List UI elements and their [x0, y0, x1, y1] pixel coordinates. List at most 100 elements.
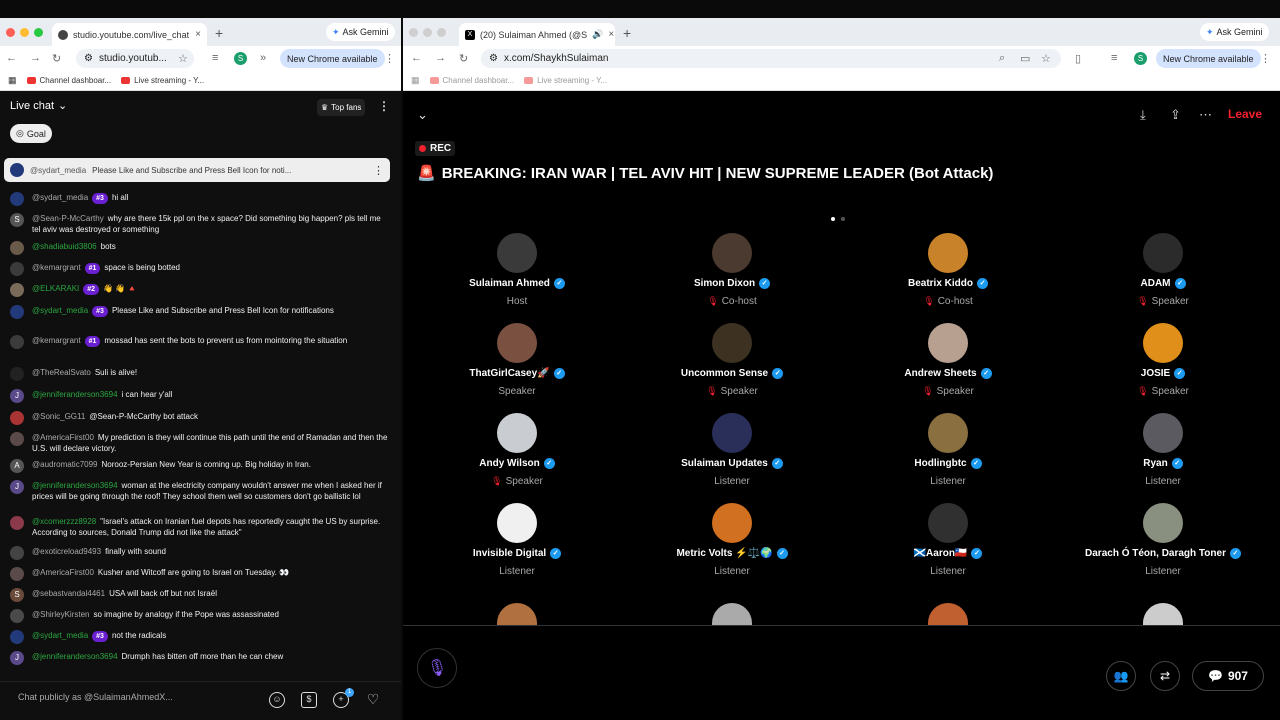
chat-message[interactable]: @sydart_media #3 hi all — [10, 192, 388, 206]
forward-icon[interactable]: → — [30, 52, 41, 64]
live-chat-dropdown[interactable]: Live chat ⌄ — [10, 99, 67, 113]
url-field[interactable]: ⚙ studio.youtub... — [76, 49, 194, 68]
sidebar-icon[interactable]: ▯ — [1075, 52, 1081, 65]
chat-message[interactable]: S @sebastvandal4461 USA will back off but … — [10, 588, 388, 602]
more-options-icon[interactable]: ⋮ — [373, 164, 384, 177]
participant[interactable]: Invisible Digital ✓ Listener — [409, 503, 625, 577]
chat-message[interactable]: @ELKARAKI #2 👋 👋 🔺 — [10, 283, 388, 297]
participant[interactable]: Simon Dixon ✓ 🎙 Co-host — [624, 233, 840, 307]
message-author[interactable]: @sebastvandal4461 — [32, 589, 105, 598]
message-author[interactable]: @kemargrant — [32, 263, 81, 272]
ask-gemini-button[interactable]: ✦ Ask Gemini — [1200, 23, 1269, 41]
menu-icon[interactable]: ⋮ — [384, 52, 395, 65]
chat-message[interactable]: @Sonic_GG11 @Sean-P-McCarthy bot attack — [10, 411, 388, 425]
participant[interactable]: Metric Volts ⚡⚖️🌍 ✓ Listener — [624, 503, 840, 577]
chevron-down-icon[interactable]: ⌄ — [417, 107, 428, 123]
zoom-icon[interactable]: ⌕ — [999, 52, 1005, 65]
new-chrome-button[interactable]: New Chrome available — [280, 49, 385, 68]
message-author[interactable]: @xcomerzzz8928 — [32, 517, 96, 526]
share-icon[interactable]: ⇪ — [1170, 107, 1181, 123]
mic-button[interactable]: 🎙 — [417, 648, 457, 688]
message-author[interactable]: @Sean-P-McCarthy — [32, 214, 104, 223]
bookmark-channel-dashboard[interactable]: Channel dashboar... — [26, 76, 111, 85]
window-controls[interactable] — [409, 28, 446, 37]
chat-input[interactable]: Chat publicly as @SulaimanAhmedX... — [18, 692, 173, 702]
message-author[interactable]: @jenniferanderson3694 — [32, 481, 118, 490]
chat-message[interactable]: J @jenniferanderson3694 i can hear y'all — [10, 389, 388, 403]
leave-button[interactable]: Leave — [1228, 107, 1262, 121]
message-author[interactable]: @jenniferanderson3694 — [32, 652, 118, 661]
chat-message[interactable]: @shadiabuid3806 bots — [10, 241, 388, 255]
back-icon[interactable]: ← — [411, 52, 422, 64]
super-chat-icon[interactable]: $ — [301, 692, 317, 708]
avatar[interactable]: S — [234, 52, 247, 65]
new-chrome-button[interactable]: New Chrome available — [1156, 49, 1261, 68]
window-controls[interactable] — [6, 28, 43, 37]
forward-icon[interactable]: → — [435, 52, 446, 64]
chat-message[interactable]: @AmericaFirst00 My prediction is they wil… — [10, 432, 388, 454]
star-icon[interactable]: ☆ — [1041, 52, 1051, 65]
chevron-right-icon[interactable]: » — [260, 52, 266, 64]
participant[interactable]: 🏴󠁧󠁢󠁳󠁣󠁴󠁿Aaron🇨🇱 ✓ Listener — [840, 503, 1056, 577]
people-button[interactable]: 👥 — [1106, 661, 1136, 691]
message-author[interactable]: @exoticreload9493 — [32, 547, 101, 556]
more-options-icon[interactable]: ⋯ — [1199, 107, 1212, 123]
back-icon[interactable]: ← — [6, 52, 17, 64]
apps-icon[interactable]: ▦ — [8, 75, 17, 86]
participant[interactable]: Uncommon Sense ✓ 🎙 Speaker — [624, 323, 840, 397]
message-author[interactable]: @AmericaFirst00 — [32, 568, 94, 577]
chat-message[interactable]: @sydart_media #3 not the radicals — [10, 630, 388, 644]
message-author[interactable]: @AmericaFirst00 — [32, 433, 94, 442]
bookmark-live-streaming[interactable]: Live streaming - Y... — [121, 76, 204, 85]
top-fans-button[interactable]: ♛ Top fans — [317, 99, 366, 116]
minimize-icon[interactable]: ⤓ — [1140, 107, 1146, 123]
cast-icon[interactable]: ▭ — [1020, 52, 1030, 65]
participant[interactable]: Ryan ✓ Listener — [1055, 413, 1271, 487]
participant[interactable]: ADAM ✓ 🎙 Speaker — [1055, 233, 1271, 307]
more-options-icon[interactable]: ⋮ — [378, 99, 390, 113]
reading-list-icon[interactable]: ≡ — [1111, 52, 1117, 64]
participant[interactable]: JOSIE ✓ 🎙 Speaker — [1055, 323, 1271, 397]
chat-message[interactable]: @TheRealSvato Suli is alive! — [10, 367, 388, 381]
reload-icon[interactable]: ↻ — [52, 52, 61, 65]
message-author[interactable]: @sydart_media — [32, 631, 88, 640]
chat-message[interactable]: @sydart_media #3 Please Like and Subscribe… — [10, 305, 388, 319]
close-icon[interactable]: × — [608, 29, 614, 40]
ask-gemini-button[interactable]: ✦ Ask Gemini — [326, 23, 395, 41]
chat-message[interactable]: @exoticreload9493 finally with sound — [10, 546, 388, 560]
participant[interactable]: Darach Ó Téon, Daragh Toner ✓ Listener — [1055, 503, 1271, 577]
share-space-button[interactable]: ⇄ — [1150, 661, 1180, 691]
new-tab-button[interactable]: + — [215, 25, 223, 41]
participant[interactable]: Sulaiman Ahmed ✓ Host — [409, 233, 625, 307]
chat-message[interactable]: J @jenniferanderson3694 Drumph has bitten … — [10, 651, 388, 665]
participant[interactable]: Sulaiman Updates ✓ Listener — [624, 413, 840, 487]
goal-button[interactable]: ◎ Goal — [10, 124, 52, 143]
bookmark-live-streaming[interactable]: Live streaming - Y... — [524, 76, 607, 85]
chat-message[interactable]: @xcomerzzz8928 "Israel's attack on Irania… — [10, 516, 388, 538]
chat-message[interactable]: @AmericaFirst00 Kusher and Witcoff are go… — [10, 567, 388, 581]
reload-icon[interactable]: ↻ — [459, 52, 468, 65]
message-author[interactable]: @ELKARAKI — [32, 284, 79, 293]
participant[interactable]: Andrew Sheets ✓ 🎙 Speaker — [840, 323, 1056, 397]
chat-message[interactable]: @kemargrant #1 mossad has sent the bots to… — [10, 335, 388, 349]
tab-x-space[interactable]: X (20) Sulaiman Ahmed (@S 🔊 × — [459, 23, 615, 46]
message-author[interactable]: @audromatic7099 — [32, 460, 98, 469]
emoji-icon[interactable]: ☺ — [269, 692, 285, 708]
chat-message[interactable]: J @jenniferanderson3694 woman at the elect… — [10, 480, 388, 502]
pinned-message[interactable]: @sydart_media Please Like and Subscribe … — [4, 158, 390, 182]
new-tab-button[interactable]: + — [623, 25, 631, 41]
chat-message[interactable]: @ShirleyKirsten so imagine by analogy if … — [10, 609, 388, 623]
chat-message[interactable]: A @audromatic7099 Norooz-Persian New Year … — [10, 459, 388, 473]
tab-youtube-studio[interactable]: studio.youtube.com/live_chat × — [52, 23, 207, 46]
message-author[interactable]: @kemargrant — [32, 336, 81, 345]
url-field[interactable]: ⚙ x.com/ShaykhSulaiman — [481, 49, 1061, 68]
heart-icon[interactable]: ♡ — [365, 692, 381, 708]
page-indicator[interactable] — [831, 217, 845, 221]
menu-icon[interactable]: ⋮ — [1260, 52, 1271, 65]
message-author[interactable]: @TheRealSvato — [32, 368, 91, 377]
message-author[interactable]: @jenniferanderson3694 — [32, 390, 118, 399]
comments-button[interactable]: 💬 907 — [1192, 661, 1264, 691]
star-icon[interactable]: ☆ — [178, 52, 188, 65]
participant[interactable]: Andy Wilson ✓ 🎙 Speaker — [409, 413, 625, 487]
close-icon[interactable]: × — [195, 29, 201, 40]
